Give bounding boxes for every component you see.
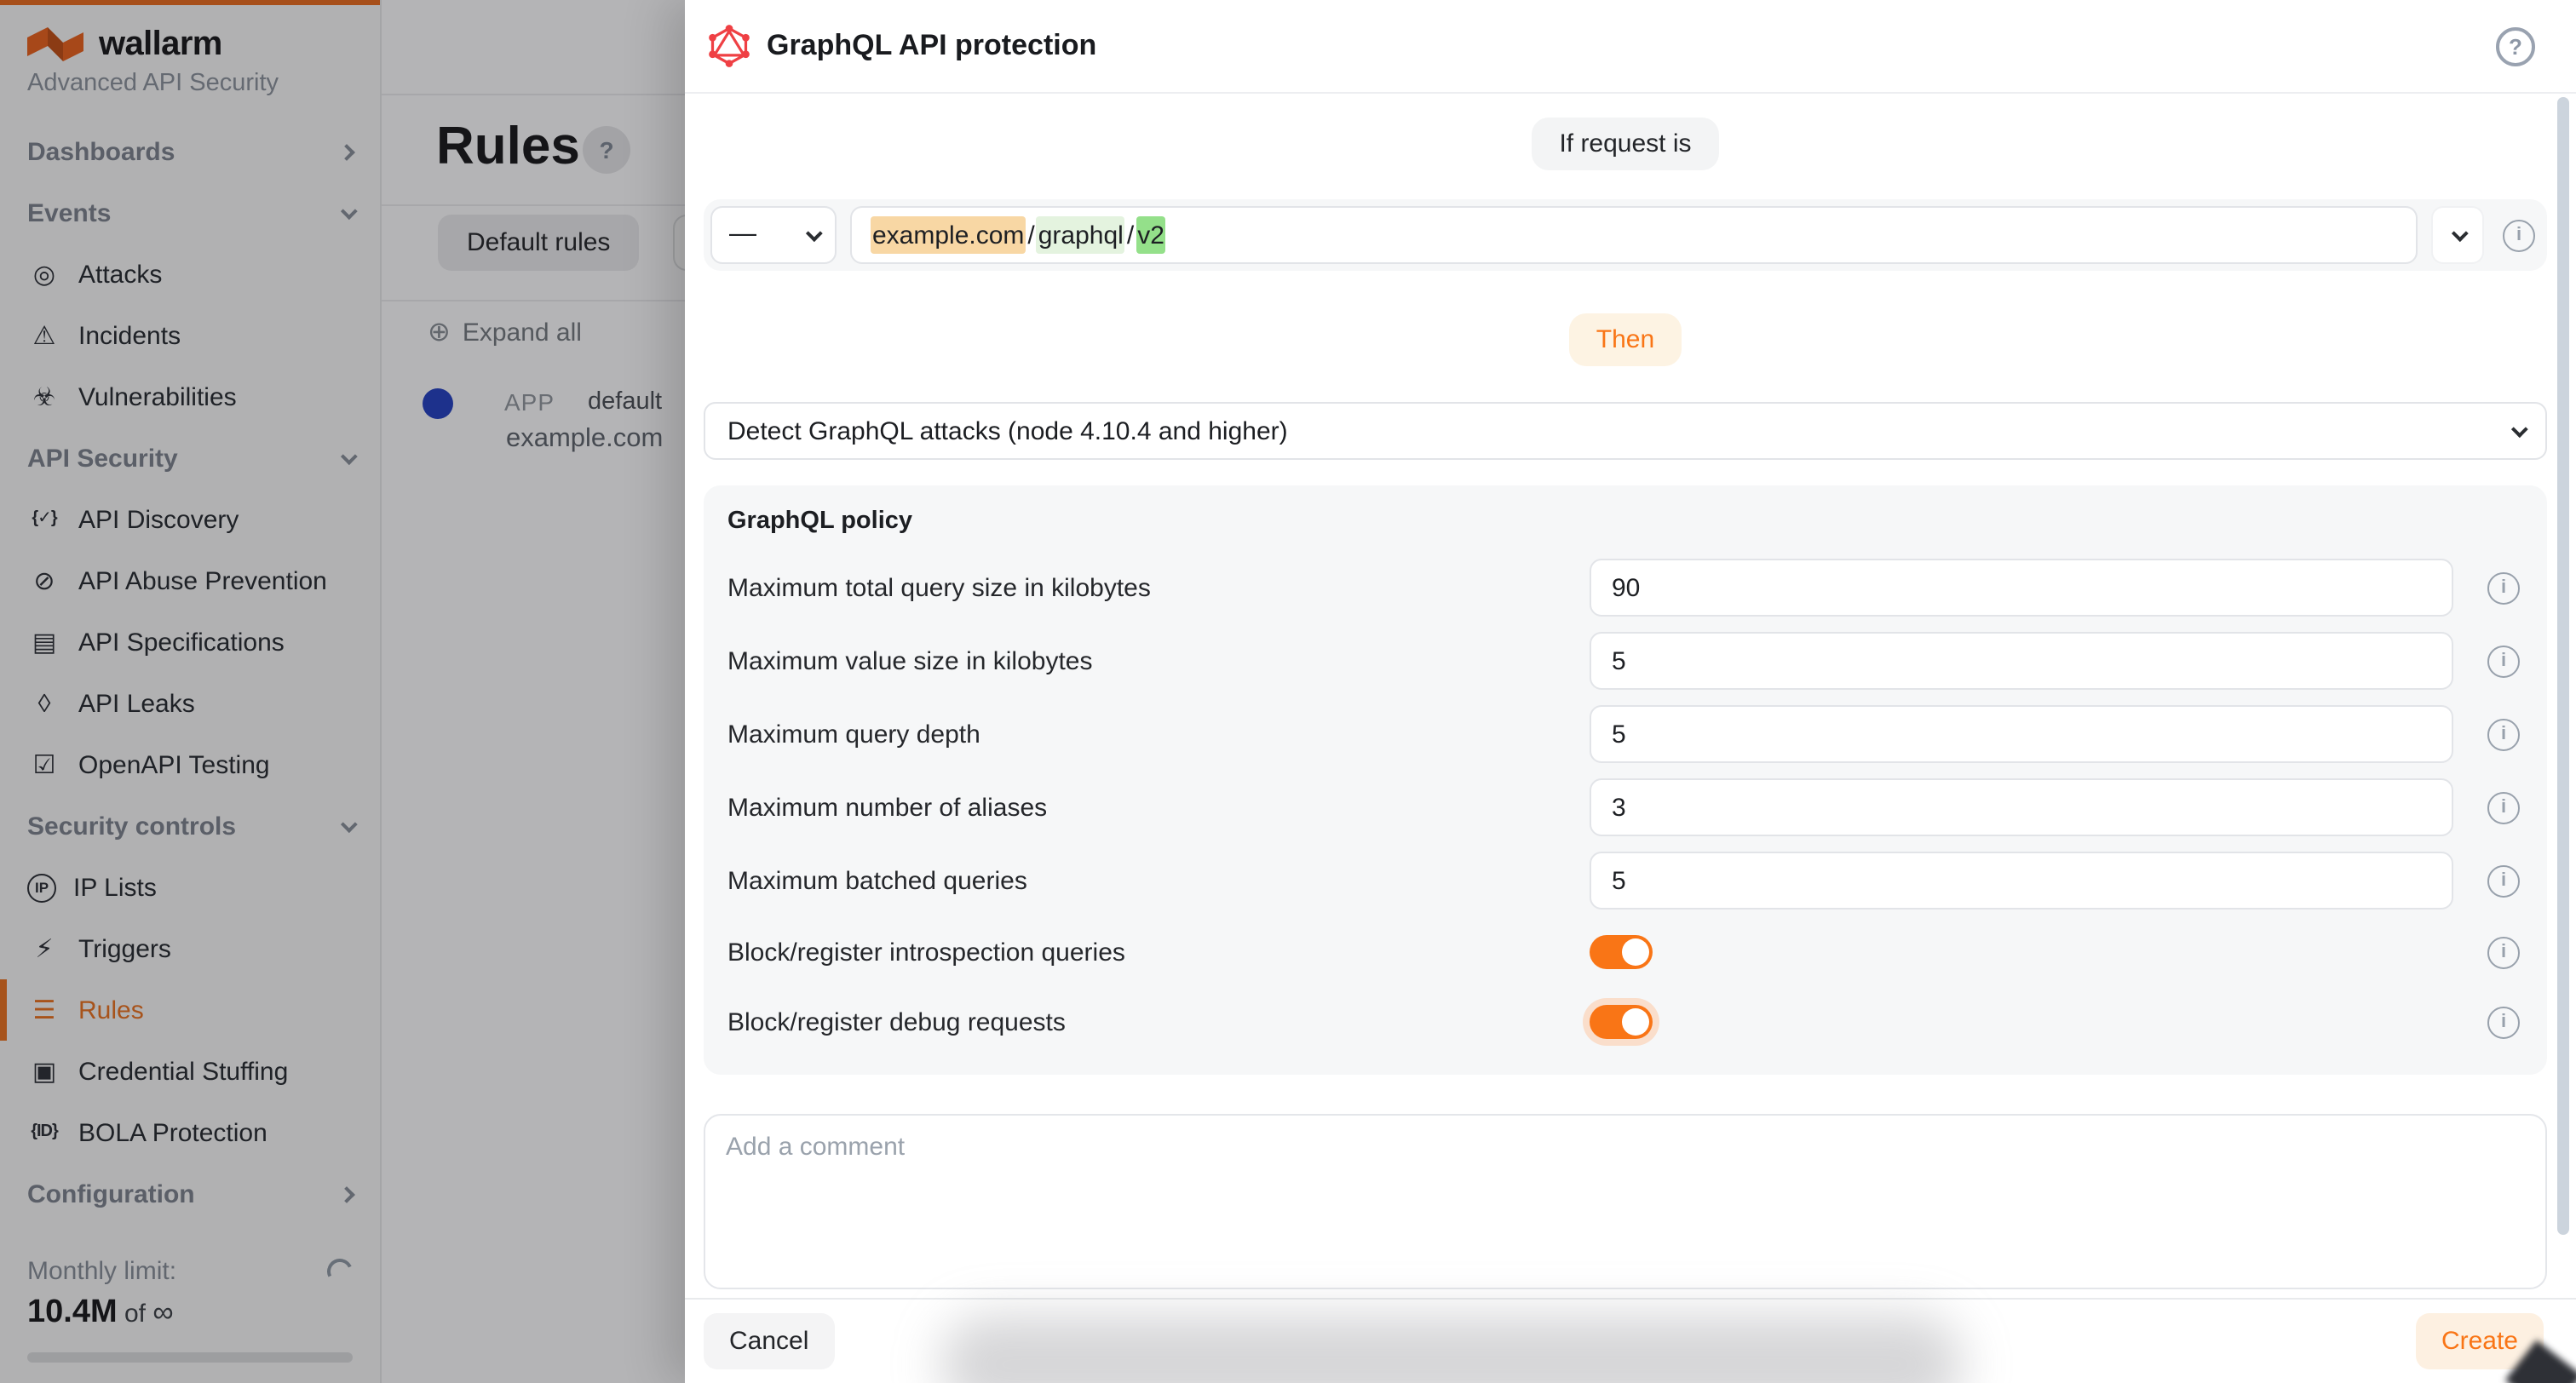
uri-host-segment: example.com	[871, 216, 1026, 254]
condition-uri-input[interactable]: example.com/graphql/v2	[850, 206, 2418, 264]
drawer-footer: Cancel Create	[685, 1298, 2576, 1383]
chevron-down-icon	[2511, 420, 2528, 437]
max-aliases-input[interactable]	[1590, 778, 2453, 836]
graphql-protection-drawer: GraphQL API protection ? If request is —…	[685, 0, 2576, 1383]
policy-row: Maximum batched queries i	[727, 852, 2525, 910]
help-icon[interactable]: ?	[2496, 27, 2535, 66]
policy-row: Maximum value size in kilobytes i	[727, 632, 2525, 690]
uri-version-segment: v2	[1136, 216, 1166, 254]
introspection-toggle[interactable]	[1590, 935, 1653, 969]
policy-row: Maximum total query size in kilobytes i	[727, 559, 2525, 617]
create-button[interactable]: Create	[2416, 1313, 2544, 1369]
then-pill: Then	[1569, 313, 1682, 366]
condition-operator-select[interactable]: —	[710, 206, 837, 264]
info-icon[interactable]: i	[2487, 864, 2520, 897]
info-icon[interactable]: i	[2487, 1006, 2520, 1038]
max-total-query-size-input[interactable]	[1590, 559, 2453, 617]
max-batched-queries-input[interactable]	[1590, 852, 2453, 910]
drawer-header: GraphQL API protection ?	[685, 0, 2576, 94]
info-icon[interactable]: i	[2487, 936, 2520, 968]
policy-heading: GraphQL policy	[727, 508, 2525, 535]
policy-toggle-row: Block/register introspection queries i	[727, 925, 2525, 979]
if-request-pill: If request is	[1532, 118, 1718, 170]
drawer-title: GraphQL API protection	[767, 29, 1096, 63]
comment-textarea[interactable]	[704, 1114, 2547, 1289]
condition-expand-button[interactable]	[2431, 206, 2484, 264]
info-icon[interactable]: i	[2487, 571, 2520, 604]
info-icon[interactable]: i	[2487, 645, 2520, 677]
debug-requests-toggle[interactable]	[1590, 1005, 1653, 1039]
uri-path-segment: graphql	[1037, 216, 1125, 254]
info-icon[interactable]: i	[2487, 718, 2520, 750]
comment-section: 0/240	[704, 1114, 2547, 1298]
drawer-scrollbar[interactable]	[2557, 97, 2569, 1235]
chevron-down-icon	[806, 224, 823, 241]
cancel-button[interactable]: Cancel	[704, 1313, 834, 1369]
info-icon[interactable]: i	[2503, 219, 2535, 251]
modal-backdrop[interactable]	[0, 0, 687, 1383]
drawer-body: If request is — example.com/graphql/v2 i…	[685, 95, 2576, 1298]
condition-row: — example.com/graphql/v2 i	[704, 199, 2547, 271]
graphql-policy-panel: GraphQL policy Maximum total query size …	[704, 485, 2547, 1075]
policy-row: Maximum query depth i	[727, 705, 2525, 763]
action-select[interactable]: Detect GraphQL attacks (node 4.10.4 and …	[704, 402, 2547, 460]
max-query-depth-input[interactable]	[1590, 705, 2453, 763]
app-root: wallarm Advanced API Security Dashboards…	[0, 0, 2576, 1383]
policy-row: Maximum number of aliases i	[727, 778, 2525, 836]
chevron-down-icon	[2452, 224, 2469, 241]
max-value-size-input[interactable]	[1590, 632, 2453, 690]
info-icon[interactable]: i	[2487, 791, 2520, 823]
graphql-icon	[707, 24, 751, 68]
blur-artifact	[940, 1315, 1963, 1383]
policy-toggle-row: Block/register debug requests i	[727, 995, 2525, 1049]
